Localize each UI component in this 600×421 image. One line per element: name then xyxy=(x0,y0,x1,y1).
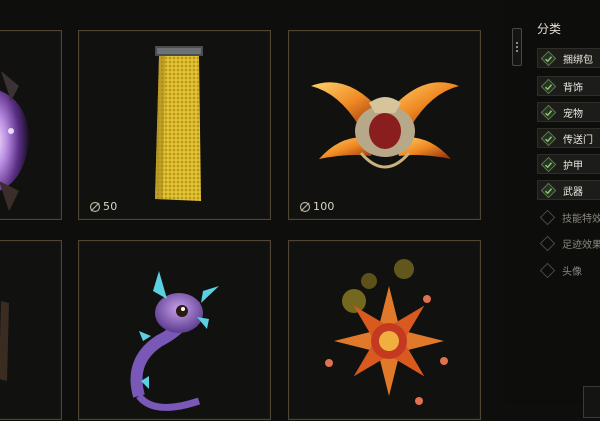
check-icon xyxy=(540,78,557,94)
price-tag: 50 xyxy=(89,200,117,213)
price-value: 100 xyxy=(313,200,335,213)
filter-bundle[interactable]: 捆绑包 xyxy=(537,48,600,68)
filter-skill-effect[interactable]: 技能特效 xyxy=(537,207,600,227)
corner-panel xyxy=(583,386,600,418)
check-icon xyxy=(539,235,556,251)
check-icon xyxy=(540,104,557,120)
filter-label: 传送门 xyxy=(563,134,593,146)
item-card-banner[interactable]: 50 xyxy=(78,30,271,220)
filter-label: 技能特效 xyxy=(562,213,600,225)
filter-avatar[interactable]: 头像 xyxy=(537,260,600,280)
flower-artwork xyxy=(325,259,448,405)
item-card-dragon[interactable] xyxy=(78,240,271,420)
filter-label: 护甲 xyxy=(563,160,583,172)
check-icon xyxy=(539,209,556,225)
check-icon xyxy=(540,130,557,146)
helm-artwork xyxy=(311,82,459,169)
filter-footprint-effect[interactable]: 足迹效果 xyxy=(537,233,600,253)
portal-artwork xyxy=(0,71,29,211)
filter-label: 武器 xyxy=(563,186,583,198)
filter-label: 捆绑包 xyxy=(563,54,593,66)
coin-icon xyxy=(89,201,101,212)
price-value: 50 xyxy=(103,200,118,213)
filter-label: 头像 xyxy=(562,266,582,278)
scroll-handle-icon xyxy=(516,42,518,52)
price-tag: 100 xyxy=(299,200,335,213)
check-icon xyxy=(539,262,556,278)
filter-weapon[interactable]: 武器 xyxy=(537,180,600,200)
filter-label: 足迹效果 xyxy=(562,239,600,251)
item-card-portal[interactable] xyxy=(0,30,62,220)
filter-back-accessory[interactable]: 背饰 xyxy=(537,76,600,96)
check-icon xyxy=(540,182,557,198)
filter-portal[interactable]: 传送门 xyxy=(537,128,600,148)
item-card-helm[interactable]: 100 xyxy=(288,30,481,220)
coin-icon xyxy=(299,201,311,212)
dragon-artwork xyxy=(130,271,219,411)
item-grid: 50 100 xyxy=(0,0,505,420)
item-card-partial[interactable] xyxy=(0,240,62,420)
category-title: 分类 xyxy=(537,22,562,36)
scrollbar[interactable] xyxy=(512,28,522,66)
filter-label: 背饰 xyxy=(563,82,583,94)
item-card-flower[interactable] xyxy=(288,240,481,420)
filter-armor[interactable]: 护甲 xyxy=(537,154,600,174)
filter-pet[interactable]: 宠物 xyxy=(537,102,600,122)
partial-artwork xyxy=(0,301,9,381)
filter-label: 宠物 xyxy=(563,108,583,120)
banner-artwork xyxy=(155,46,203,201)
check-icon xyxy=(540,50,557,66)
check-icon xyxy=(540,156,557,172)
